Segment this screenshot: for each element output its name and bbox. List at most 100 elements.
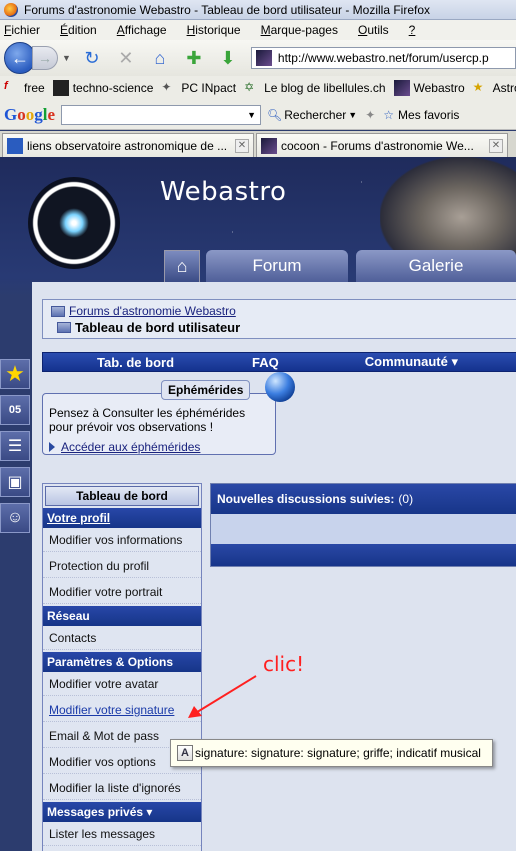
folder-open-icon (57, 322, 71, 333)
list-icon[interactable]: ☰ (0, 431, 30, 461)
tooltip-text: signature: signature: signature; griffe;… (195, 746, 481, 760)
ephemerides-title: Ephémérides (161, 380, 251, 400)
sidebar-item-lister-messages[interactable]: Lister les messages (43, 822, 201, 846)
annotation-arrow (188, 675, 257, 718)
sidebar-item-contacts[interactable]: Contacts (43, 626, 201, 650)
ephemerides-box: Ephémérides Pensez à Consulter les éphém… (42, 372, 295, 455)
tab-favicon-icon (261, 137, 277, 154)
bookmark-astros[interactable]: ★ AstroS (473, 80, 516, 96)
google-search-button[interactable]: Rechercher (284, 108, 346, 122)
history-dropdown-icon[interactable]: ▼ (62, 53, 71, 63)
ephemerides-text: Pensez à Consulter les éphémérides pour … (49, 406, 246, 434)
free-icon: f (4, 80, 8, 92)
menu-fichier[interactable]: Fichier (4, 23, 50, 37)
sidebar-item-modifier-portrait[interactable]: Modifier votre portrait (43, 580, 201, 604)
spaceship-image (380, 157, 516, 257)
breadcrumb-link-forums[interactable]: Forums d'astronomie Webastro (69, 304, 236, 318)
followed-discussions-panel: Nouvelles discussions suivies: (0) (210, 483, 516, 567)
nav-communaute[interactable]: Communauté ▾ (365, 354, 458, 370)
ephemerides-link[interactable]: Accéder aux éphémérides (49, 440, 269, 454)
discussions-footer (211, 544, 516, 566)
google-logo: Google (4, 104, 56, 124)
tab-cocoon[interactable]: cocoon - Forums d'astronomie We... ✕ (256, 133, 508, 157)
google-search-input[interactable]: ▼ (61, 104, 262, 125)
discussions-header: Nouvelles discussions suivies: (0) (211, 484, 516, 514)
favorites-button[interactable]: Mes favoris (398, 108, 459, 122)
section-parametres-options: Paramètres & Options (43, 652, 201, 672)
annotation-clic: clic! (263, 652, 305, 676)
webastro-icon (393, 80, 410, 96)
site-home-icon[interactable]: ⌂ (164, 250, 200, 282)
bookmarks-toolbar: f free techno-science ✦ PC INpact ✡ Le b… (0, 76, 516, 100)
folder-icon (51, 305, 65, 317)
bookmark-techno-science[interactable]: techno-science (52, 80, 153, 96)
magnifier-icon: 🔍︎ (267, 107, 283, 122)
google-toolbar: Google ▼ 🔍︎ Rechercher ▼ ✦ ☆ Mes favoris (0, 100, 516, 130)
close-tab-icon[interactable]: ✕ (489, 138, 503, 153)
reload-icon[interactable]: ↻ (80, 46, 104, 70)
close-tab-icon[interactable]: ✕ (235, 138, 249, 153)
breadcrumb: Forums d'astronomie Webastro Tableau de … (42, 299, 516, 339)
globe-icon (265, 372, 295, 402)
bookmark-pcinpact[interactable]: ✦ PC INpact (161, 80, 236, 96)
dictionary-tooltip: A signature: signature: signature; griff… (170, 739, 493, 767)
sidebar-item-modifier-informations[interactable]: Modifier vos informations (43, 528, 201, 552)
nav-faq[interactable]: FAQ (252, 355, 279, 370)
sidebar-item-liste-ignores[interactable]: Modifier la liste d'ignorés (43, 776, 201, 800)
left-icon-strip: ★ 05 ☰ ▣ ☺ (0, 359, 30, 539)
download-icon[interactable]: ⬇ (216, 46, 240, 70)
ts-icon (52, 80, 69, 96)
section-reseau: Réseau (43, 606, 201, 626)
tab-liens-observatoire[interactable]: liens observatoire astronomique de ... ✕ (2, 133, 254, 157)
url-text: http://www.webastro.net/forum/usercp.p (277, 51, 489, 65)
bookmark-free[interactable]: f free (4, 80, 45, 96)
tab-galerie[interactable]: Galerie (356, 250, 516, 282)
site-title: Webastro (160, 177, 287, 207)
dictionary-icon: A (177, 745, 193, 761)
tab-strip: liens observatoire astronomique de ... ✕… (0, 131, 516, 157)
site-favicon-icon (255, 50, 272, 66)
chevron-down-icon[interactable]: ▼ (247, 110, 256, 120)
window-titlebar: Forums d'astronomie Webastro - Tableau d… (0, 0, 516, 20)
star-icon[interactable]: ★ (0, 359, 30, 389)
menu-help[interactable]: ? (409, 23, 416, 37)
pcinpact-icon: ✦ (161, 80, 172, 94)
menu-bar: Fichier Édition Affichage Historique Mar… (0, 20, 516, 40)
section-votre-profil[interactable]: Votre profil (43, 508, 201, 528)
webastro-emblem-logo[interactable] (28, 177, 120, 269)
tab-favicon-icon (7, 137, 23, 154)
forward-button[interactable]: → (32, 46, 58, 70)
page-title: Tableau de bord utilisateur (75, 320, 241, 335)
url-bar[interactable]: http://www.webastro.net/forum/usercp.p (250, 47, 516, 69)
menu-outils[interactable]: Outils (358, 23, 399, 37)
highlight-icon[interactable]: ✦ (365, 108, 375, 122)
sidebar-item-protection-profil[interactable]: Protection du profil (43, 554, 201, 578)
home-icon[interactable]: ⌂ (148, 46, 172, 70)
stop-icon[interactable]: ✕ (114, 46, 138, 70)
forum-navbar: Tab. de bord FAQ Communauté ▾ (42, 352, 516, 372)
menu-edition[interactable]: Édition (60, 23, 107, 37)
camera-icon[interactable]: ▣ (0, 467, 30, 497)
bookmark-webastro[interactable]: Webastro (393, 80, 465, 96)
alien-icon[interactable]: ☺ (0, 503, 30, 533)
menu-historique[interactable]: Historique (187, 23, 251, 37)
usercp-sidebar: Tableau de bord Votre profil Modifier vo… (42, 483, 202, 851)
dragonfly-icon: ✡ (244, 80, 255, 94)
search-dropdown-icon[interactable]: ▼ (348, 110, 357, 120)
sidebar-item-modifier-signature[interactable]: Modifier votre signature (43, 698, 201, 722)
bookmark-libellules[interactable]: ✡ Le blog de libellules.ch (244, 80, 385, 96)
new-bookmark-icon[interactable]: ✚ (182, 46, 206, 70)
navigation-toolbar: ← → ▼ ↻ ✕ ⌂ ✚ ⬇ http://www.webastro.net/… (0, 40, 516, 76)
menu-affichage[interactable]: Affichage (117, 23, 177, 37)
firefox-logo-icon (4, 2, 18, 17)
sidebar-item-modifier-avatar[interactable]: Modifier votre avatar (43, 672, 201, 696)
tab-forum[interactable]: Forum (206, 250, 348, 282)
window-title: Forums d'astronomie Webastro - Tableau d… (24, 2, 431, 17)
section-messages-prives[interactable]: Messages privés ▾ (43, 802, 201, 822)
sidebar-head[interactable]: Tableau de bord (45, 486, 199, 506)
arrow-right-icon (49, 442, 55, 452)
nav-tab-de-bord[interactable]: Tab. de bord (97, 355, 174, 370)
calendar-icon[interactable]: 05 (0, 395, 30, 425)
star-outline-icon: ☆ (383, 107, 395, 122)
menu-marque-pages[interactable]: Marque-pages (261, 23, 348, 37)
